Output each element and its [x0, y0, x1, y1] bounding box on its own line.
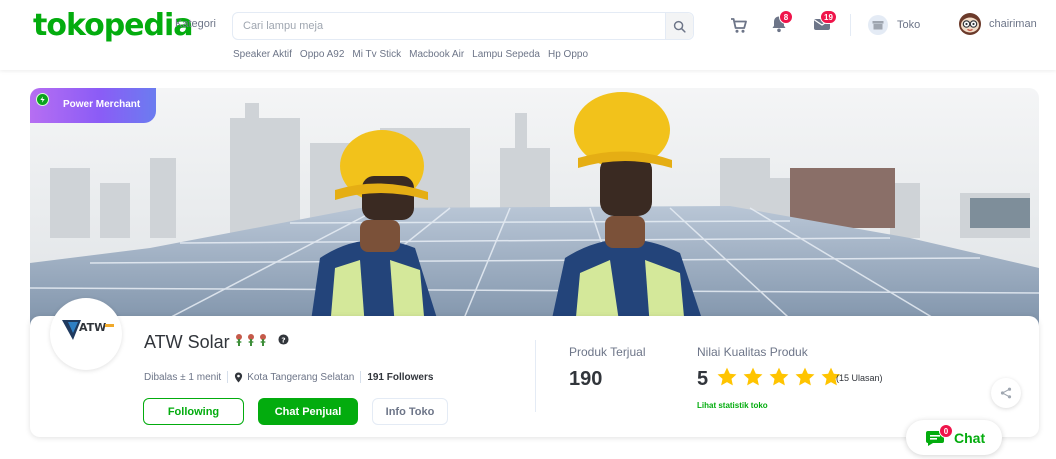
- atw-logo: ATW: [62, 320, 114, 340]
- suggestion-link[interactable]: Mi Tv Stick: [352, 49, 401, 60]
- search-suggestions: Speaker Aktif Oppo A92 Mi Tv Stick Macbo…: [233, 49, 588, 60]
- followers-count[interactable]: 191 Followers: [367, 372, 433, 383]
- sold-label: Produk Terjual: [569, 345, 646, 359]
- quality-label: Nilai Kualitas Produk: [697, 345, 808, 359]
- star-icon: [769, 367, 789, 386]
- inbox-badge: 19: [820, 10, 837, 24]
- floating-chat-button[interactable]: 0 Chat: [906, 420, 1002, 455]
- shop-stats-link[interactable]: Lihat statistik toko: [697, 401, 768, 410]
- power-merchant-flowers-icon: [235, 334, 266, 346]
- rating-stars: [716, 366, 842, 388]
- shop-avatar[interactable]: ATW: [50, 298, 122, 370]
- shop-info-button[interactable]: Info Toko: [372, 398, 448, 425]
- suggestion-link[interactable]: Oppo A92: [300, 49, 344, 60]
- atw-logo-text: ATW: [79, 321, 106, 334]
- power-merchant-label: Power Merchant: [63, 99, 141, 110]
- sold-value: 190: [569, 368, 603, 390]
- search-icon: [673, 20, 686, 33]
- shop-banner-image: [30, 88, 1039, 328]
- star-icon: [743, 367, 763, 386]
- store-icon: [868, 15, 888, 35]
- user-menu[interactable]: chairiman: [958, 12, 1054, 36]
- stats-divider: [535, 340, 536, 412]
- inbox-button[interactable]: 19: [806, 10, 838, 36]
- chat-badge: 0: [939, 424, 953, 438]
- star-icon: [795, 367, 815, 386]
- solar-workers-illustration: [30, 88, 1039, 328]
- suggestion-link[interactable]: Macbook Air: [409, 49, 464, 60]
- help-icon: ?: [278, 334, 289, 345]
- cart-button[interactable]: [728, 14, 750, 36]
- meta-divider: [360, 371, 362, 383]
- toko-label: Toko: [897, 19, 921, 31]
- header-divider: [850, 14, 851, 36]
- share-button[interactable]: [991, 378, 1021, 408]
- top-header: tokopedia Kategori Speaker Aktif Oppo A9…: [0, 0, 1056, 70]
- search-button[interactable]: [665, 13, 693, 39]
- tokopedia-logo[interactable]: tokopedia: [33, 8, 194, 43]
- svg-text:?: ?: [281, 335, 285, 344]
- search-bar: [232, 12, 694, 40]
- notification-badge: 8: [779, 10, 793, 24]
- shop-meta: Dibalas ± 1 menit Kota Tangerang Selatan…: [144, 371, 433, 383]
- rating-value: 5: [697, 368, 709, 390]
- username-label: chairiman: [989, 18, 1037, 30]
- chat-label: Chat: [954, 430, 986, 446]
- cart-icon: [731, 17, 747, 33]
- search-input[interactable]: [233, 13, 665, 39]
- suggestion-link[interactable]: Speaker Aktif: [233, 49, 292, 60]
- meta-divider: [227, 371, 229, 383]
- share-icon: [1000, 387, 1012, 399]
- shop-name: ATW Solar: [144, 332, 230, 352]
- shop-location: Kota Tangerang Selatan: [247, 371, 355, 383]
- suggestion-link[interactable]: Hp Oppo: [548, 49, 588, 60]
- suggestion-link[interactable]: Lampu Sepeda: [472, 49, 540, 60]
- review-count[interactable]: (15 Ulasan): [836, 373, 883, 383]
- chat-seller-button[interactable]: Chat Penjual: [258, 398, 358, 425]
- location-pin-icon: [235, 372, 243, 382]
- reply-time: Dibalas ± 1 menit: [144, 371, 222, 383]
- user-avatar-icon: [959, 13, 981, 35]
- toko-button[interactable]: Toko: [867, 14, 925, 36]
- kategori-menu[interactable]: Kategori: [175, 18, 216, 30]
- notification-button[interactable]: 8: [766, 10, 793, 36]
- power-merchant-icon: [36, 93, 49, 106]
- star-icon: [717, 367, 737, 386]
- following-button[interactable]: Following: [143, 398, 244, 425]
- power-merchant-badge: Power Merchant: [30, 88, 156, 123]
- shop-name-row: ATW Solar ?: [144, 332, 289, 353]
